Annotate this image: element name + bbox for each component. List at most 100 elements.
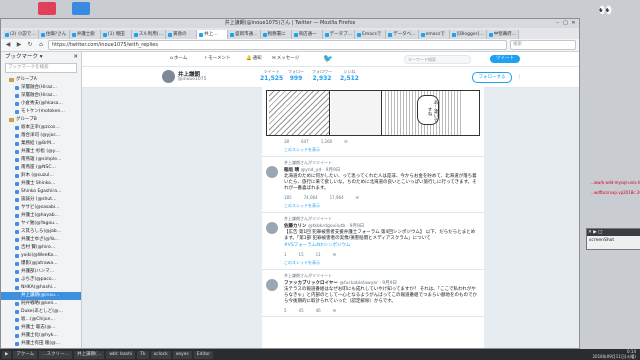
taskbar-item[interactable]: wbl: bashi bbox=[106, 350, 136, 359]
stat-tweets[interactable]: ツイート 21,525 bbox=[260, 69, 283, 82]
home-icon[interactable]: ⌂ bbox=[37, 41, 45, 49]
nav-messages[interactable]: ✉ メッセージ bbox=[272, 55, 299, 62]
clock[interactable]: 0:14 2018年09月11日(火曜) bbox=[593, 349, 636, 359]
nav-moments[interactable]: ⚡ モーメント bbox=[204, 55, 231, 62]
bookmark-item[interactable]: 弁護士 杉松 (@y… bbox=[1, 148, 81, 156]
bookmark-item[interactable]: 弁護部(ハンマ… bbox=[1, 268, 81, 276]
bookmark-item[interactable]: 坂…(@Chijun… bbox=[1, 316, 81, 324]
tab-15[interactable]: 中堅幕府… bbox=[486, 30, 520, 39]
bookmark-item[interactable]: 弁護士(@hayab… bbox=[1, 212, 81, 220]
show-thread-link[interactable]: このスレッドを表示 bbox=[284, 203, 480, 209]
bookmark-folder[interactable]: グループB bbox=[1, 116, 81, 124]
tab-1[interactable]: 住職?さん bbox=[38, 30, 70, 39]
forward-icon[interactable]: ▶ bbox=[15, 41, 23, 49]
sidebar-close-icon[interactable]: ✕ bbox=[73, 52, 78, 62]
bookmark-item[interactable]: 弁護士化(@hyk… bbox=[1, 332, 81, 340]
screenshot-widget[interactable]: ✕ ▶ □ screenShot bbox=[586, 228, 640, 250]
taskbar-item[interactable]: 井上謙朗(… bbox=[74, 350, 105, 359]
like-count[interactable]: 11 bbox=[316, 252, 321, 257]
reply-count[interactable]: 5 bbox=[284, 308, 287, 313]
twitter-bird-icon[interactable]: 🐦 bbox=[323, 54, 333, 63]
bookmark-item[interactable]: 南燕座 (@NSC… bbox=[1, 164, 81, 172]
folder-icon[interactable] bbox=[72, 2, 90, 15]
retweet-count[interactable]: 647 bbox=[301, 139, 309, 144]
reload-icon[interactable]: ↻ bbox=[26, 41, 34, 49]
bookmark-item[interactable]: 業務結 (@BrM… bbox=[1, 140, 81, 148]
bookmark-item[interactable]: 弁護士有田 駿(@… bbox=[1, 340, 81, 348]
taskbar-item[interactable]: Tk bbox=[137, 350, 149, 359]
taskbar-item[interactable]: xeyes bbox=[172, 350, 192, 359]
bookmark-item[interactable]: 井上謙朗(@inou… bbox=[1, 292, 81, 300]
bookmark-item[interactable]: 談誠分 (@shut… bbox=[1, 196, 81, 204]
tweet[interactable]: 井上謙朗さんがリツイート ファッカブリックロイヤー @fuckablelawye… bbox=[262, 270, 484, 317]
tweet-author[interactable]: 佐藤カリン @tkbkrdgovilutb · 9月9日 bbox=[284, 223, 480, 229]
reply-count[interactable]: 1 bbox=[284, 252, 287, 257]
bookmark-item[interactable]: Shinko Egashira… bbox=[1, 188, 81, 196]
bookmark-item[interactable]: 弁護士ゆざ(@Ya… bbox=[1, 236, 81, 244]
tweet-avatar[interactable] bbox=[266, 222, 278, 234]
bookmark-item[interactable]: ササビ(@sasabi… bbox=[1, 204, 81, 212]
sidebar-title[interactable]: ブックマーク ▾ bbox=[5, 54, 43, 60]
bookmark-item[interactable]: 落合洋司 (@yjoc… bbox=[1, 132, 81, 140]
show-thread-link[interactable]: このスレッドを表示 bbox=[266, 147, 480, 153]
tweet-manga-image[interactable]: あ…凄いですね bbox=[266, 90, 480, 136]
bookmark-item[interactable]: NHKA(@hashi… bbox=[1, 284, 81, 292]
window-titlebar[interactable]: 井上謙朗(@inoue1075)さん | Twitter — Mozilla F… bbox=[1, 19, 579, 28]
maximize-icon[interactable]: □ bbox=[562, 20, 569, 27]
bookmark-item[interactable]: 鈴木 (@suzul… bbox=[1, 172, 81, 180]
reply-count[interactable]: 38 bbox=[284, 139, 289, 144]
like-count[interactable]: 1,260 bbox=[321, 139, 332, 144]
bookmark-item[interactable]: 吉村 賢(@hiro… bbox=[1, 244, 81, 252]
bookmark-folder[interactable]: グループA bbox=[1, 76, 81, 84]
nav-notifications[interactable]: 🔔 通知 bbox=[246, 55, 262, 62]
bookmark-item[interactable]: モトケン(motoken… bbox=[1, 108, 81, 116]
tweet-avatar[interactable] bbox=[266, 166, 278, 178]
tab-4[interactable]: スル利用(… bbox=[131, 30, 167, 39]
tab-2[interactable]: 弁護士鋭 bbox=[69, 30, 101, 39]
taskbar-item[interactable]: Editor bbox=[193, 350, 214, 359]
bookmark-item[interactable]: 刑弁戦略(@keii… bbox=[1, 300, 81, 308]
like-count[interactable]: 17,964 bbox=[330, 195, 344, 200]
dm-icon[interactable]: ✉ bbox=[333, 308, 336, 313]
tab-11[interactable]: Emacsで bbox=[355, 30, 387, 39]
tweet[interactable]: 井上謙朗さんがリツイート 佐藤カリン @tkbkrdgovilutb · 9月9… bbox=[262, 213, 484, 270]
tweet-button[interactable]: ツイート bbox=[490, 55, 520, 63]
tab-13[interactable]: emacsで bbox=[418, 30, 450, 39]
reply-count[interactable]: 185 bbox=[284, 195, 292, 200]
bookmark-item[interactable]: ヤイ勉(@Yagou… bbox=[1, 220, 81, 228]
browser-search-input[interactable]: 検索 bbox=[510, 40, 576, 50]
stat-followers[interactable]: フォロワー 2,932 bbox=[312, 69, 332, 82]
bookmark-item[interactable]: Duke(あとしど(@… bbox=[1, 308, 81, 316]
taskbar-item[interactable]: アクーム bbox=[13, 350, 38, 359]
bookmark-item[interactable]: 深層融合(Hiraz… bbox=[1, 84, 81, 92]
bookmark-item[interactable]: ス其ろしら(@jab… bbox=[1, 228, 81, 236]
tab-12[interactable]: データベ… bbox=[386, 30, 419, 39]
nav-home[interactable]: ⌂ ホーム bbox=[170, 55, 187, 62]
minimize-icon[interactable]: – bbox=[554, 20, 561, 27]
stat-following[interactable]: フォロー 999 bbox=[288, 69, 304, 82]
tab-0[interactable]: (2) 小説で… bbox=[3, 30, 39, 39]
tab-8[interactable]: 税務署に bbox=[260, 30, 292, 39]
app-icon-red[interactable] bbox=[38, 2, 56, 15]
bookmark-item[interactable]: 深層融合(Hiraz… bbox=[1, 92, 81, 100]
retweet-count[interactable]: 45 bbox=[299, 308, 304, 313]
twitter-search-input[interactable]: キーワード検索 bbox=[404, 55, 471, 64]
bookmark-item[interactable]: 弁護士 聡志(@… bbox=[1, 324, 81, 332]
tweet-author[interactable]: ファッカブリックロイヤー @fuckablelawyer · 9月9日 bbox=[284, 280, 480, 286]
follow-button[interactable]: フォローする ⋮ bbox=[472, 72, 522, 83]
show-thread-link[interactable]: このスレッドを表示 bbox=[284, 260, 480, 266]
stat-likes[interactable]: いいね 2,512 bbox=[340, 69, 359, 82]
retweet-count[interactable]: 74,064 bbox=[304, 195, 318, 200]
retweet-count[interactable]: 15 bbox=[299, 252, 304, 257]
bookmark-search-input[interactable]: ブックマークを検索 bbox=[5, 63, 77, 73]
tweet[interactable]: 井上謙朗さんがリツイート 稲垣 晴 @ynd_yd · 9月9日 北海道のために… bbox=[262, 157, 484, 213]
tab-7[interactable]: 盛岡市通… bbox=[228, 30, 261, 39]
bookmark-item[interactable]: yoiki(@WeeKa… bbox=[1, 252, 81, 260]
taskbar-item[interactable]: …スクリー… bbox=[39, 350, 73, 359]
back-icon[interactable]: ◀ bbox=[4, 41, 12, 49]
tab-5[interactable]: 黄昏の bbox=[166, 30, 198, 39]
start-menu-button[interactable]: ▶ bbox=[2, 350, 12, 359]
more-icon[interactable]: ⋮ bbox=[517, 73, 522, 82]
tweet-avatar[interactable] bbox=[266, 279, 278, 291]
tab-6[interactable]: 井上… bbox=[197, 30, 229, 39]
